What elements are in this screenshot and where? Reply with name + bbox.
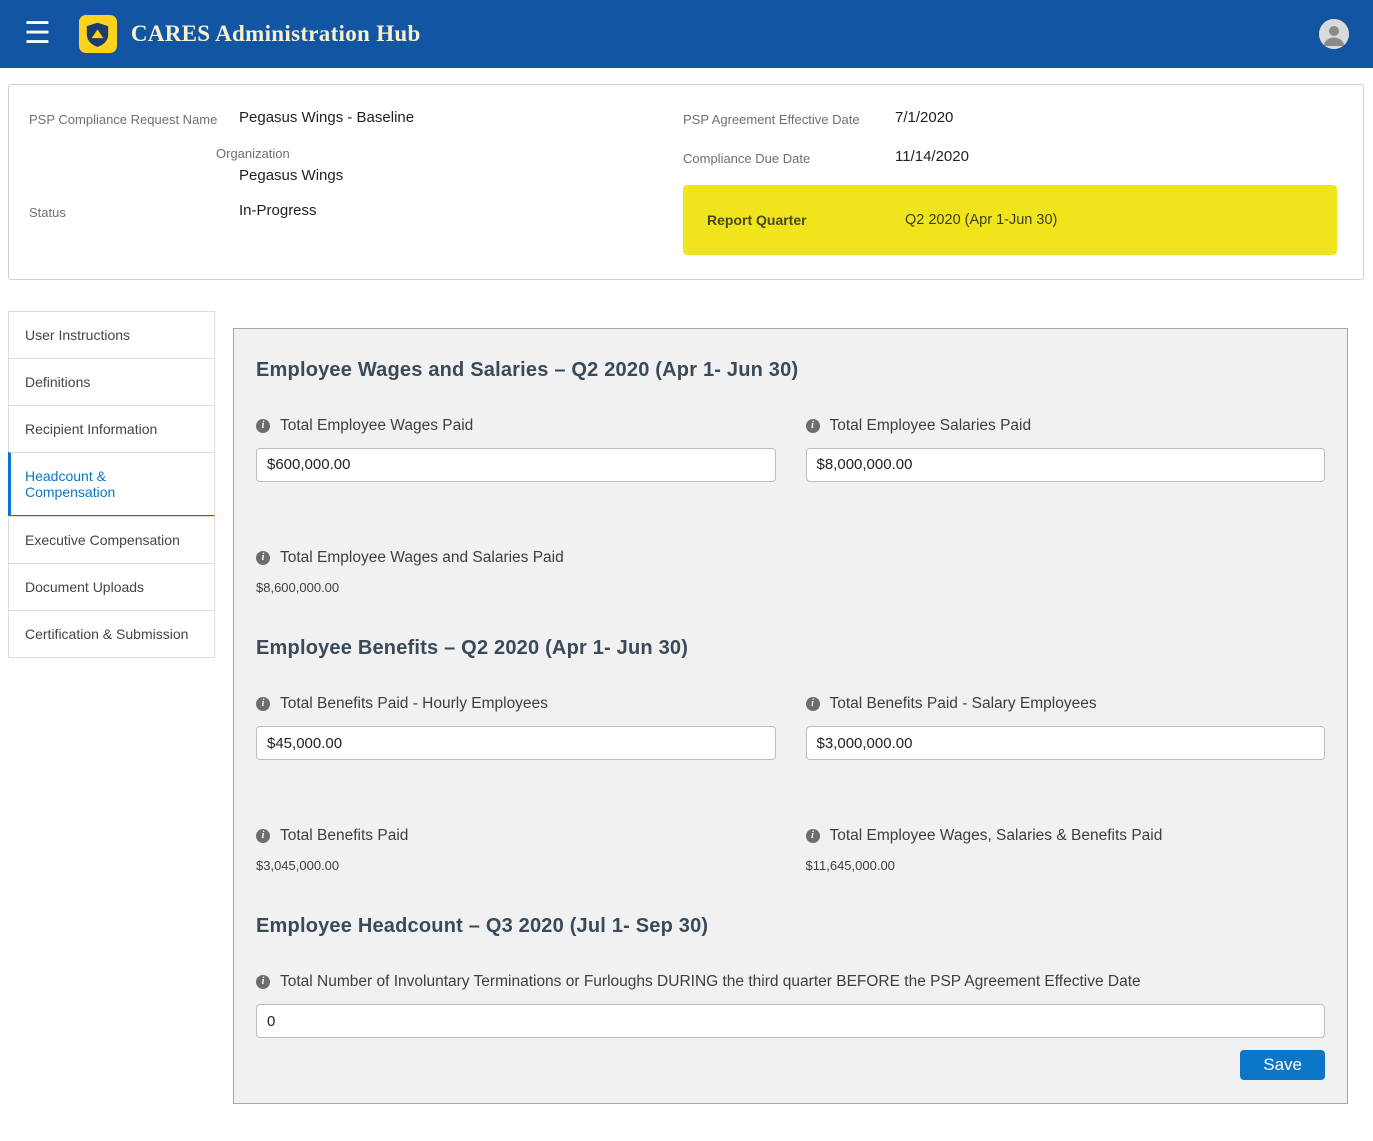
headcount-compensation-panel: Employee Wages and Salaries – Q2 2020 (A… — [233, 328, 1348, 1104]
request-name-value: Pegasus Wings - Baseline — [239, 109, 653, 126]
summary-left-column: PSP Compliance Request Name Pegasus Wing… — [29, 109, 683, 255]
sidebar-item-definitions[interactable]: Definitions — [8, 358, 215, 406]
effective-date-value: 7/1/2020 — [895, 109, 1337, 126]
info-icon[interactable]: i — [256, 829, 270, 843]
benefits-salary-field: i Total Benefits Paid - Salary Employees — [806, 690, 1326, 760]
wages-paid-label: Total Employee Wages Paid — [280, 412, 473, 439]
wages-section-heading: Employee Wages and Salaries – Q2 2020 (A… — [256, 359, 1325, 382]
grand-total-value: $11,645,000.00 — [806, 858, 1326, 873]
info-icon[interactable]: i — [806, 697, 820, 711]
sidebar-item-document-uploads[interactable]: Document Uploads — [8, 563, 215, 611]
sidebar-item-recipient-information[interactable]: Recipient Information — [8, 405, 215, 453]
salaries-paid-field: i Total Employee Salaries Paid — [806, 412, 1326, 482]
sidebar-item-executive-compensation[interactable]: Executive Compensation — [8, 516, 215, 564]
report-quarter-label: Report Quarter — [707, 212, 905, 228]
save-button[interactable]: Save — [1240, 1050, 1325, 1080]
terminations-input[interactable] — [256, 1004, 1325, 1038]
status-value: In-Progress — [239, 202, 653, 219]
benefits-hourly-input[interactable] — [256, 726, 776, 760]
grand-total-label: Total Employee Wages, Salaries & Benefit… — [830, 822, 1163, 849]
total-wages-salaries-field: i Total Employee Wages and Salaries Paid… — [256, 544, 1325, 595]
info-icon[interactable]: i — [806, 419, 820, 433]
salaries-paid-input[interactable] — [806, 448, 1326, 482]
grand-total-field: i Total Employee Wages, Salaries & Benef… — [806, 822, 1326, 873]
benefits-section-heading: Employee Benefits – Q2 2020 (Apr 1- Jun … — [256, 637, 1325, 660]
wages-paid-input[interactable] — [256, 448, 776, 482]
wages-paid-field: i Total Employee Wages Paid — [256, 412, 776, 482]
user-avatar-icon[interactable] — [1319, 19, 1349, 49]
total-wages-salaries-value: $8,600,000.00 — [256, 580, 1325, 595]
total-benefits-label: Total Benefits Paid — [280, 822, 408, 849]
sidebar-nav: User Instructions Definitions Recipient … — [8, 311, 215, 658]
benefits-hourly-label: Total Benefits Paid - Hourly Employees — [280, 690, 548, 717]
report-quarter-value: Q2 2020 (Apr 1-Jun 30) — [905, 212, 1057, 228]
organization-value: Pegasus Wings — [239, 167, 653, 184]
info-icon[interactable]: i — [256, 551, 270, 565]
benefits-salary-label: Total Benefits Paid - Salary Employees — [830, 690, 1097, 717]
due-date-label: Compliance Due Date — [683, 148, 895, 169]
info-icon[interactable]: i — [256, 975, 270, 989]
compliance-summary-card: PSP Compliance Request Name Pegasus Wing… — [8, 84, 1364, 280]
total-wages-salaries-label: Total Employee Wages and Salaries Paid — [280, 544, 564, 571]
sidebar-item-certification-submission[interactable]: Certification & Submission — [8, 610, 215, 658]
app-logo-shield-icon — [79, 15, 117, 53]
report-quarter-banner: Report Quarter Q2 2020 (Apr 1-Jun 30) — [683, 185, 1337, 255]
app-title: CARES Administration Hub — [131, 21, 421, 47]
terminations-label: Total Number of Involuntary Terminations… — [280, 968, 1141, 995]
benefits-salary-input[interactable] — [806, 726, 1326, 760]
summary-right-column: PSP Agreement Effective Date 7/1/2020 Co… — [683, 109, 1337, 255]
total-benefits-value: $3,045,000.00 — [256, 858, 776, 873]
content-area: User Instructions Definitions Recipient … — [0, 311, 1373, 1104]
info-icon[interactable]: i — [256, 419, 270, 433]
sidebar-item-headcount-compensation[interactable]: Headcount & Compensation — [8, 452, 215, 517]
status-label: Status — [29, 202, 239, 223]
topbar: ☰ CARES Administration Hub — [0, 0, 1373, 68]
menu-icon[interactable]: ☰ — [24, 19, 51, 49]
benefits-hourly-field: i Total Benefits Paid - Hourly Employees — [256, 690, 776, 760]
info-icon[interactable]: i — [256, 697, 270, 711]
info-icon[interactable]: i — [806, 829, 820, 843]
terminations-field: i Total Number of Involuntary Terminatio… — [256, 968, 1325, 1038]
request-name-label: PSP Compliance Request Name — [29, 109, 239, 130]
salaries-paid-label: Total Employee Salaries Paid — [830, 412, 1032, 439]
headcount-section-heading: Employee Headcount – Q3 2020 (Jul 1- Sep… — [256, 915, 1325, 938]
total-benefits-field: i Total Benefits Paid $3,045,000.00 — [256, 822, 776, 873]
organization-label: Organization — [216, 146, 653, 161]
due-date-value: 11/14/2020 — [895, 148, 1337, 165]
sidebar-item-user-instructions[interactable]: User Instructions — [8, 311, 215, 359]
effective-date-label: PSP Agreement Effective Date — [683, 109, 895, 130]
